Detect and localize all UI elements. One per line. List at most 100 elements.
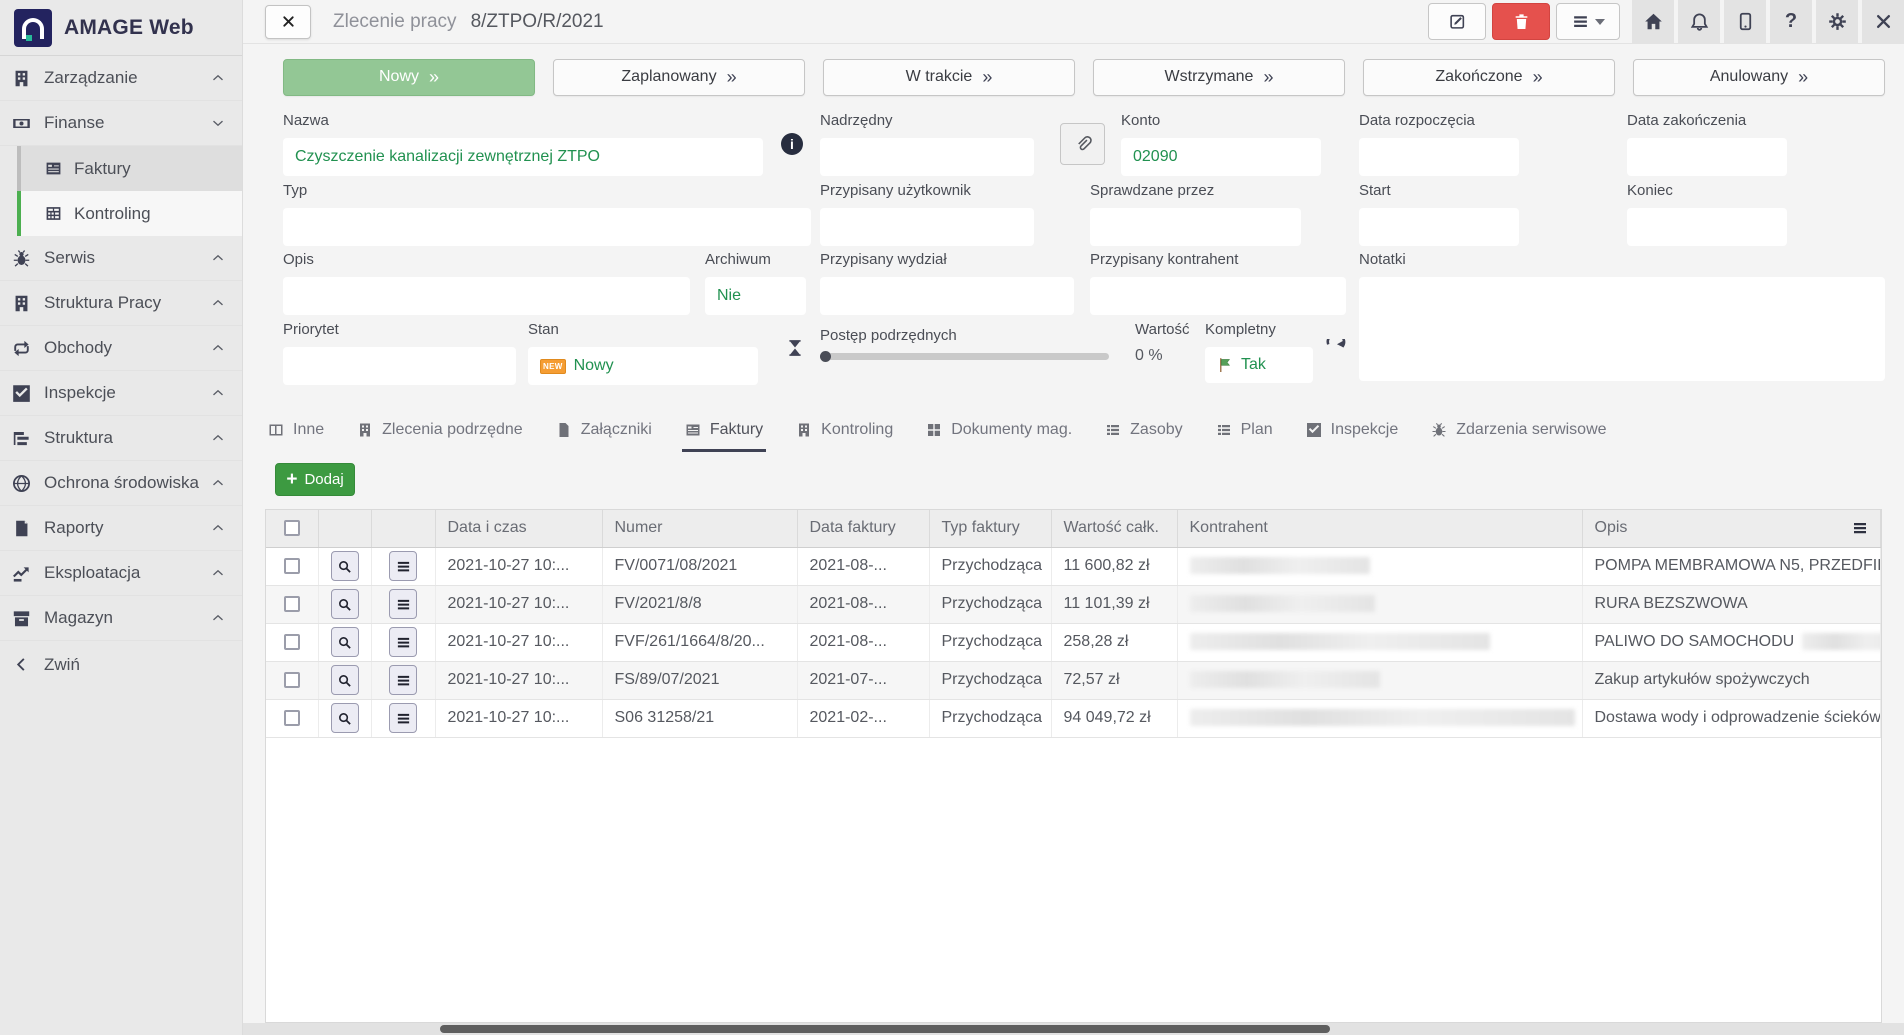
globe-icon [12,474,31,493]
progress-handle[interactable] [820,351,831,362]
sidebar-item-zarzadzanie[interactable]: Zarządzanie [0,56,242,101]
table-row[interactable]: 2021-10-27 10:... FS/89/07/2021 2021-07-… [266,661,1881,699]
table-row[interactable]: 2021-10-27 10:... FV/2021/8/8 2021-08-..… [266,585,1881,623]
table-row[interactable]: 2021-10-27 10:... FVF/261/1664/8/20... 2… [266,623,1881,661]
column-header-data-faktury[interactable]: Data faktury [797,510,929,547]
sidebar-item-finanse[interactable]: Finanse [0,101,242,146]
nazwa-input[interactable]: Czyszczenie kanalizacji zewnętrznej ZTPO [283,138,763,176]
column-header-wartosc-calk[interactable]: Wartość całk. [1051,510,1177,547]
row-preview-button[interactable] [331,589,359,619]
info-icon[interactable]: i [781,133,803,155]
priorytet-input[interactable] [283,347,516,385]
app-logo[interactable]: AMAGE Web [0,0,242,56]
tab-zlecenia-podrzedne[interactable]: Zlecenia podrzędne [354,410,526,452]
przypisany-wydzial-input[interactable] [820,277,1074,315]
tab-inspekcje[interactable]: Inspekcje [1303,410,1402,452]
column-header-opis[interactable]: Opis [1582,510,1881,547]
sidebar-item-serwis[interactable]: Serwis [0,236,242,281]
sidebar-item-magazyn[interactable]: Magazyn [0,596,242,641]
row-preview-button[interactable] [331,551,359,581]
row-menu-button[interactable] [389,589,417,619]
status-button-wstrzymane[interactable]: Wstrzymane» [1093,59,1345,96]
row-checkbox[interactable] [284,596,300,612]
sidebar-item-kontroling[interactable]: Kontroling [17,191,242,236]
column-header-data-i-czas[interactable]: Data i czas [435,510,602,547]
status-button-anulowany[interactable]: Anulowany» [1633,59,1885,96]
row-checkbox[interactable] [284,634,300,650]
status-button-zakonczone[interactable]: Zakończone» [1363,59,1615,96]
table-row[interactable]: 2021-10-27 10:... S06 31258/21 2021-02-.… [266,699,1881,737]
progress-bar[interactable] [820,353,1109,360]
sidebar-item-inspekcje[interactable]: Inspekcje [0,371,242,416]
sprawdzane-przez-input[interactable] [1090,208,1301,246]
sidebar: AMAGE Web Zarządzanie Finanse Faktury [0,0,243,1035]
tab-kontroling[interactable]: Kontroling [793,410,896,452]
row-checkbox[interactable] [284,710,300,726]
row-checkbox[interactable] [284,558,300,574]
nadrzedny-input[interactable] [820,138,1034,176]
settings-button[interactable] [1816,0,1858,44]
row-menu-button[interactable] [389,665,417,695]
tab-faktury[interactable]: Faktury [682,410,766,452]
column-header-kontrahent[interactable]: Kontrahent [1177,510,1582,547]
sidebar-item-struktura[interactable]: Struktura [0,416,242,461]
start-input[interactable] [1359,208,1519,246]
table-row[interactable]: 2021-10-27 10:... FV/0071/08/2021 2021-0… [266,547,1881,585]
help-button[interactable]: ? [1770,0,1812,44]
data-rozpoczecia-input[interactable] [1359,138,1519,176]
stan-input[interactable]: NEW Nowy [528,347,758,385]
status-button-w-trakcie[interactable]: W trakcie» [823,59,1075,96]
przypisany-uzytkownik-input[interactable] [820,208,1034,246]
notatki-textarea[interactable] [1359,277,1885,381]
column-header-typ-faktury[interactable]: Typ faktury [929,510,1051,547]
tab-plan[interactable]: Plan [1213,410,1276,452]
tab-inne[interactable]: Inne [265,410,327,452]
archiwum-input[interactable]: Nie [705,277,806,315]
opis-input[interactable] [283,277,690,315]
status-button-zaplanowany[interactable]: Zaplanowany» [553,59,805,96]
close-app-button[interactable] [1862,0,1904,44]
row-menu-button[interactable] [389,703,417,733]
horizontal-scrollbar[interactable] [243,1023,1904,1035]
home-button[interactable] [1632,0,1674,44]
close-document-button[interactable] [265,5,311,39]
konto-input[interactable]: 02090 [1121,138,1321,176]
tab-dokumenty-mag[interactable]: Dokumenty mag. [923,410,1075,452]
file-icon [556,422,572,438]
select-all-checkbox[interactable] [284,520,300,536]
row-menu-button[interactable] [389,551,417,581]
column-header-numer[interactable]: Numer [602,510,797,547]
scrollbar-thumb[interactable] [440,1025,1330,1033]
sidebar-item-faktury[interactable]: Faktury [17,146,242,191]
sidebar-item-struktura-pracy[interactable]: Struktura Pracy [0,281,242,326]
row-preview-button[interactable] [331,665,359,695]
koniec-input[interactable] [1627,208,1787,246]
row-preview-button[interactable] [331,627,359,657]
tab-zalaczniki[interactable]: Załączniki [553,410,655,452]
refresh-button[interactable] [1323,339,1347,363]
row-checkbox[interactable] [284,672,300,688]
notifications-button[interactable] [1678,0,1720,44]
status-button-nowy[interactable]: Nowy» [283,59,535,96]
kompletny-input[interactable]: Tak [1205,347,1313,383]
row-menu-button[interactable] [389,627,417,657]
edit-button[interactable] [1428,3,1486,40]
data-zakonczenia-input[interactable] [1627,138,1787,176]
sidebar-collapse-button[interactable]: Zwiń [0,642,242,687]
delete-button[interactable] [1492,3,1550,40]
typ-input[interactable] [283,208,811,246]
sidebar-item-raporty[interactable]: Raporty [0,506,242,551]
column-settings-icon[interactable] [1852,520,1868,536]
przypisany-kontrahent-input[interactable] [1090,277,1346,315]
mobile-button[interactable] [1724,0,1766,44]
tab-zasoby[interactable]: Zasoby [1102,410,1185,452]
sidebar-item-ochrona-srodowiska[interactable]: Ochrona środowiska [0,461,242,506]
sidebar-item-obchody[interactable]: Obchody [0,326,242,371]
add-invoice-button[interactable]: + Dodaj [275,463,355,496]
row-preview-button[interactable] [331,703,359,733]
controlling-grid-icon [45,205,62,222]
sidebar-item-eksploatacja[interactable]: Eksploatacja [0,551,242,596]
tab-zdarzenia-serwisowe[interactable]: Zdarzenia serwisowe [1428,410,1609,452]
link-parent-button[interactable] [1060,123,1105,165]
more-actions-button[interactable] [1556,3,1620,40]
